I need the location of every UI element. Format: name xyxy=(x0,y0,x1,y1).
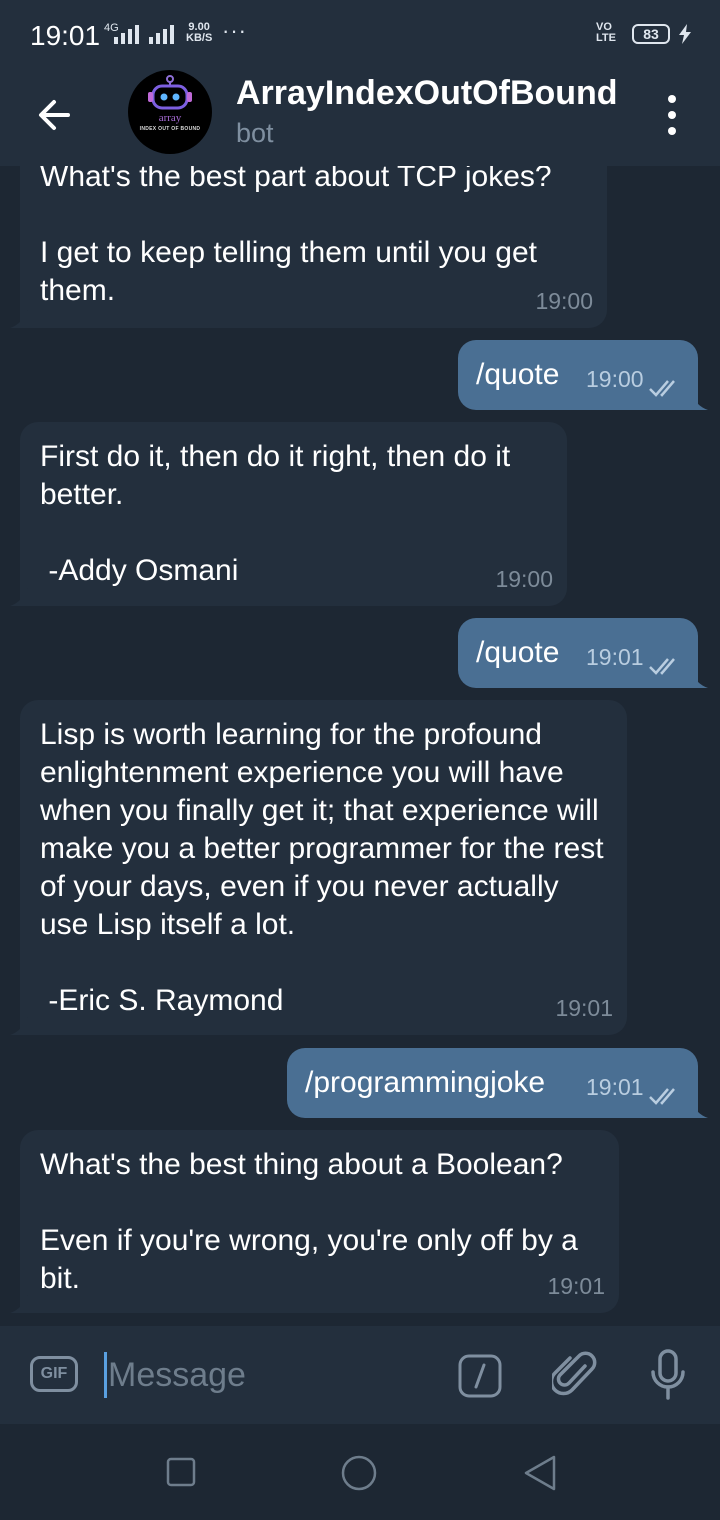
message-input[interactable] xyxy=(108,1352,428,1398)
read-checks-icon xyxy=(649,380,675,397)
message-incoming[interactable]: Lisp is worth learning for the profound … xyxy=(10,700,627,1035)
signal-icon xyxy=(114,25,139,44)
back-arrow-icon[interactable] xyxy=(28,88,82,142)
message-time: 19:01 xyxy=(547,1273,605,1299)
avatar-sublabel: INDEX OUT OF BOUND xyxy=(139,126,201,132)
chat-header: array INDEX OUT OF BOUND ArrayIndexOutOf… xyxy=(0,62,720,166)
message-time: 19:01 xyxy=(586,644,644,670)
microphone-icon[interactable] xyxy=(648,1348,688,1402)
bubble-tail xyxy=(10,1295,28,1313)
status-bar: 19:01 4G 9.00 KB/S ··· VO LTE 83 xyxy=(0,0,720,62)
read-checks-icon xyxy=(649,658,675,675)
text-caret xyxy=(104,1352,107,1398)
volte-bottom: LTE xyxy=(596,32,616,44)
recents-square-icon[interactable] xyxy=(166,1457,196,1487)
chat-title[interactable]: ArrayIndexOutOfBound xyxy=(236,74,618,113)
bubble-tail xyxy=(10,588,28,606)
chat-subtitle: bot xyxy=(236,118,274,148)
volte-indicator: VO LTE xyxy=(596,22,616,44)
message-time: 19:00 xyxy=(495,566,553,592)
message-time: 19:01 xyxy=(555,995,613,1021)
charging-icon xyxy=(679,24,691,44)
bubble-tail xyxy=(690,1100,708,1118)
avatar[interactable]: array INDEX OUT OF BOUND xyxy=(128,70,212,154)
message-text: What's the best thing about a Boolean? E… xyxy=(40,1148,578,1295)
message-outgoing[interactable]: /quote 19:01 xyxy=(458,618,708,688)
bubble-tail xyxy=(10,1017,28,1035)
back-triangle-icon[interactable] xyxy=(522,1454,558,1492)
message-text: Lisp is worth learning for the profound … xyxy=(40,718,604,1017)
message-composer: GIF xyxy=(0,1326,720,1424)
bubble-tail xyxy=(690,392,708,410)
message-text: First do it, then do it right, then do i… xyxy=(40,440,511,587)
read-checks-icon xyxy=(649,1088,675,1105)
battery-icon: 83 xyxy=(632,24,670,44)
attach-paperclip-icon[interactable] xyxy=(552,1350,598,1400)
signal-icon-2 xyxy=(149,25,174,44)
message-list[interactable]: What's the best part about TCP jokes? I … xyxy=(0,166,720,1326)
home-circle-icon[interactable] xyxy=(340,1454,378,1492)
message-outgoing[interactable]: /quote 19:00 xyxy=(458,340,708,410)
message-time: 19:00 xyxy=(586,366,644,392)
message-incoming[interactable]: What's the best part about TCP jokes? I … xyxy=(10,166,607,328)
system-navigation-bar xyxy=(0,1424,720,1520)
network-speed: 9.00 KB/S xyxy=(186,22,212,44)
status-time: 19:01 xyxy=(30,20,101,51)
speed-unit: KB/S xyxy=(186,32,213,44)
more-notifications-icon: ··· xyxy=(222,18,247,43)
more-vert-icon[interactable] xyxy=(652,90,692,140)
message-outgoing[interactable]: /programmingjoke 19:01 xyxy=(287,1048,708,1118)
avatar-label: array xyxy=(158,112,182,124)
bot-commands-icon[interactable] xyxy=(458,1354,502,1398)
message-time: 19:01 xyxy=(586,1074,644,1100)
bubble-tail xyxy=(10,310,28,328)
message-text: What's the best part about TCP jokes? I … xyxy=(40,166,552,307)
message-incoming[interactable]: First do it, then do it right, then do i… xyxy=(10,422,567,606)
message-time: 19:00 xyxy=(535,288,593,314)
gif-button[interactable]: GIF xyxy=(30,1356,78,1392)
bubble-tail xyxy=(690,670,708,688)
message-incoming[interactable]: What's the best thing about a Boolean? E… xyxy=(10,1130,619,1313)
